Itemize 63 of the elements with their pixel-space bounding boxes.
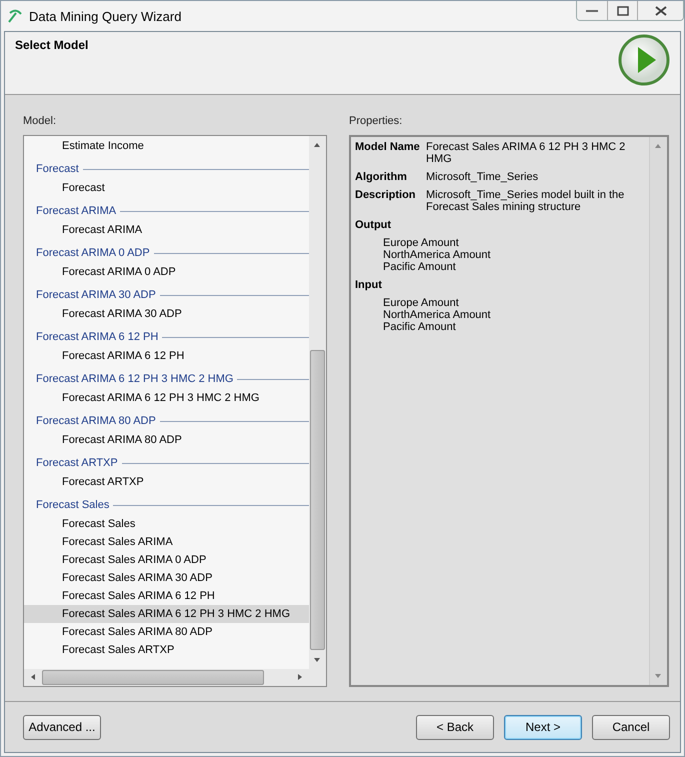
model-item[interactable]: Estimate Income bbox=[24, 137, 309, 155]
model-item[interactable]: Forecast ARIMA 80 ADP bbox=[24, 431, 309, 449]
property-name: Model Name bbox=[355, 141, 421, 155]
wizard-button[interactable]: < Back bbox=[416, 714, 494, 740]
scroll-down-arrow-icon[interactable] bbox=[654, 672, 662, 680]
group-header: Forecast ARIMA 6 12 PH 3 HMC 2 HMG bbox=[36, 373, 234, 385]
column-name: Pacific Amount bbox=[383, 261, 457, 273]
play-icon bbox=[618, 34, 670, 86]
vertical-scrollbar[interactable] bbox=[309, 136, 326, 669]
close-icon bbox=[654, 6, 666, 16]
model-item[interactable]: Forecast Sales ARIMA 30 ADP bbox=[24, 569, 309, 587]
model-item[interactable]: Forecast ARIMA 0 ADP bbox=[24, 263, 309, 281]
group-header: Forecast ARTXP bbox=[36, 457, 118, 469]
group-header: Forecast ARIMA 6 12 PH bbox=[36, 331, 158, 343]
property-value: Microsoft_Time_Series bbox=[426, 171, 540, 183]
wizard-button[interactable]: Cancel bbox=[592, 714, 670, 740]
scroll-left-arrow-icon[interactable] bbox=[29, 673, 37, 681]
property-name: Algorithm bbox=[355, 171, 408, 183]
vertical-scrollbar[interactable] bbox=[649, 137, 667, 685]
advanced-button[interactable]: Advanced ... bbox=[23, 714, 101, 740]
minimize-icon bbox=[586, 8, 598, 12]
pickaxe-icon bbox=[7, 8, 23, 24]
model-item[interactable]: Forecast ARIMA bbox=[24, 221, 309, 239]
model-item[interactable]: Forecast Sales bbox=[24, 515, 309, 533]
property-name: Description bbox=[355, 189, 417, 203]
window-title: Data Mining Query Wizard bbox=[29, 8, 182, 24]
model-item[interactable]: Forecast Sales ARIMA 6 12 PH bbox=[24, 587, 309, 605]
model-item[interactable]: Forecast ARIMA 6 12 PH 3 HMC 2 HMG bbox=[24, 389, 309, 407]
group-header: Forecast ARIMA 30 ADP bbox=[36, 289, 156, 301]
group-header: Forecast ARIMA bbox=[36, 205, 116, 217]
horizontal-scrollbar[interactable] bbox=[24, 669, 326, 686]
column-name: NorthAmerica Amount bbox=[383, 309, 492, 321]
model-item[interactable]: Forecast ARIMA 6 12 PH bbox=[24, 347, 309, 365]
wizard-button[interactable]: Next > bbox=[504, 714, 582, 740]
model-label: Model: bbox=[23, 115, 58, 127]
model-item[interactable]: Forecast Sales ARIMA 0 ADP bbox=[24, 551, 309, 569]
model-item[interactable]: Forecast bbox=[24, 179, 309, 197]
model-item[interactable]: Forecast Sales ARIMA 80 ADP bbox=[24, 623, 309, 641]
property-value: Microsoft_Time_Series model built in the Forecast Sales mining structure bbox=[426, 189, 626, 213]
properties-label: Properties: bbox=[349, 115, 404, 127]
scroll-right-arrow-icon[interactable] bbox=[296, 673, 304, 681]
page-title: Select Model bbox=[15, 38, 88, 54]
section-title: Input bbox=[355, 279, 383, 291]
model-item[interactable]: Forecast ARIMA 30 ADP bbox=[24, 305, 309, 323]
scroll-down-arrow-icon[interactable] bbox=[313, 656, 321, 664]
group-header: Forecast bbox=[36, 163, 79, 175]
model-item[interactable]: Forecast Sales ARIMA bbox=[24, 533, 309, 551]
group-header: Forecast ARIMA 80 ADP bbox=[36, 415, 156, 427]
group-header: Forecast Sales bbox=[36, 499, 110, 511]
model-item[interactable]: Forecast Sales ARIMA 6 12 PH 3 HMC 2 HMG bbox=[24, 605, 309, 623]
property-value: Forecast Sales ARIMA 6 12 PH 3 HMC 2 HMG bbox=[426, 141, 626, 165]
scroll-up-arrow-icon[interactable] bbox=[313, 141, 321, 149]
group-header: Forecast ARIMA 0 ADP bbox=[36, 247, 150, 259]
close-button[interactable] bbox=[637, 1, 683, 20]
model-item[interactable]: Forecast Sales ARTXP bbox=[24, 641, 309, 659]
column-name: Europe Amount bbox=[383, 297, 460, 309]
section-title: Output bbox=[355, 219, 392, 231]
column-name: NorthAmerica Amount bbox=[383, 249, 492, 261]
scroll-up-arrow-icon[interactable] bbox=[654, 142, 662, 150]
column-name: Pacific Amount bbox=[383, 321, 457, 333]
column-name: Europe Amount bbox=[383, 237, 460, 249]
maximize-icon bbox=[616, 6, 628, 16]
model-item[interactable]: Forecast ARTXP bbox=[24, 473, 309, 491]
